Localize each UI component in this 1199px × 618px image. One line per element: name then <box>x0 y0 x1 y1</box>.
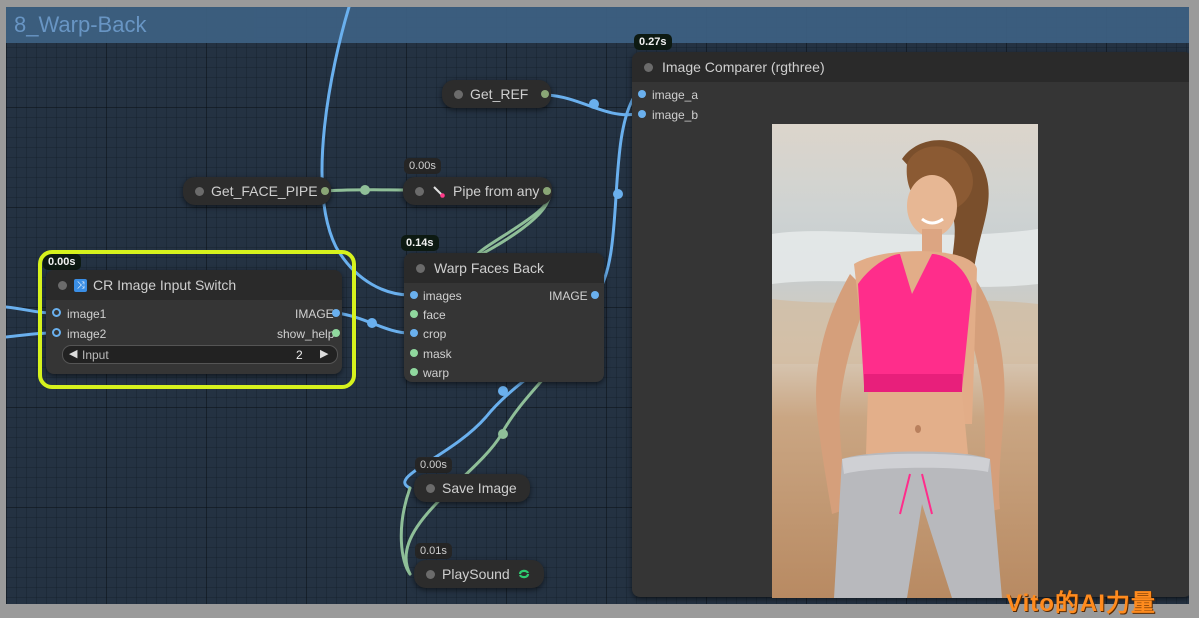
loop-icon <box>517 567 531 581</box>
input-port-image-b[interactable] <box>638 110 646 118</box>
execution-time-badge: 0.00s <box>415 457 452 473</box>
selection-highlight <box>38 250 356 389</box>
photo-illustration <box>772 140 1038 598</box>
collapse-dot[interactable] <box>415 187 424 196</box>
input-port-mask[interactable] <box>410 349 418 357</box>
collapse-dot[interactable] <box>454 90 463 99</box>
execution-time-badge: 0.27s <box>634 34 672 50</box>
execution-time-badge: 0.14s <box>401 235 439 251</box>
output-port[interactable] <box>543 187 551 195</box>
wand-icon <box>433 185 445 198</box>
collapse-dot[interactable] <box>426 570 435 579</box>
node-title: Save Image <box>442 480 517 496</box>
node-title: Pipe from any <box>453 183 540 199</box>
input-label: crop <box>423 327 447 341</box>
node-titlebar[interactable]: Image Comparer (rgthree) <box>632 52 1189 82</box>
input-port-image-a[interactable] <box>638 90 646 98</box>
execution-time-badge: 0.01s <box>415 543 452 559</box>
node-title: Get_REF <box>470 86 529 102</box>
input-label: image_b <box>652 108 699 122</box>
input-port-images[interactable] <box>410 291 418 299</box>
watermark-text: Vito的AI力量 <box>1006 590 1156 617</box>
comparison-preview-image[interactable] <box>772 124 1038 598</box>
output-port[interactable] <box>541 90 549 98</box>
input-label: image_a <box>652 88 699 102</box>
node-title: PlaySound <box>442 566 510 582</box>
collapse-dot[interactable] <box>195 187 204 196</box>
screenshot-frame: 8_Warp-Back Get_REF Get_FACE_PIPE 0.00s … <box>0 0 1199 617</box>
input-label: warp <box>423 366 450 380</box>
get-face-pipe-node[interactable]: Get_FACE_PIPE <box>183 177 331 205</box>
collapse-dot[interactable] <box>426 484 435 493</box>
input-port-crop[interactable] <box>410 329 418 337</box>
execution-time-badge: 0.00s <box>404 158 441 174</box>
input-port-face[interactable] <box>410 310 418 318</box>
output-port-image[interactable] <box>591 291 599 299</box>
input-label: face <box>423 308 446 322</box>
node-titlebar[interactable]: Warp Faces Back <box>404 253 604 283</box>
node-title: Get_FACE_PIPE <box>211 183 318 199</box>
pipe-from-any-node[interactable]: Pipe from any <box>403 177 552 205</box>
output-port[interactable] <box>321 187 329 195</box>
save-image-node[interactable]: Save Image <box>414 474 530 502</box>
graph-canvas[interactable]: 8_Warp-Back Get_REF Get_FACE_PIPE 0.00s … <box>6 7 1189 604</box>
input-port-warp[interactable] <box>410 368 418 376</box>
collapse-dot[interactable] <box>644 63 653 72</box>
get-ref-node[interactable]: Get_REF <box>442 80 551 108</box>
node-title: Image Comparer (rgthree) <box>662 59 825 75</box>
node-title: Warp Faces Back <box>434 260 544 276</box>
input-label: images <box>423 289 462 303</box>
wire-save-to-playsound <box>399 486 412 576</box>
warp-faces-back-node[interactable]: Warp Faces Back images face crop mask wa… <box>404 253 604 382</box>
collapse-dot[interactable] <box>416 264 425 273</box>
play-sound-node[interactable]: PlaySound <box>414 560 544 588</box>
output-label: IMAGE <box>549 289 588 303</box>
input-label: mask <box>423 347 452 361</box>
